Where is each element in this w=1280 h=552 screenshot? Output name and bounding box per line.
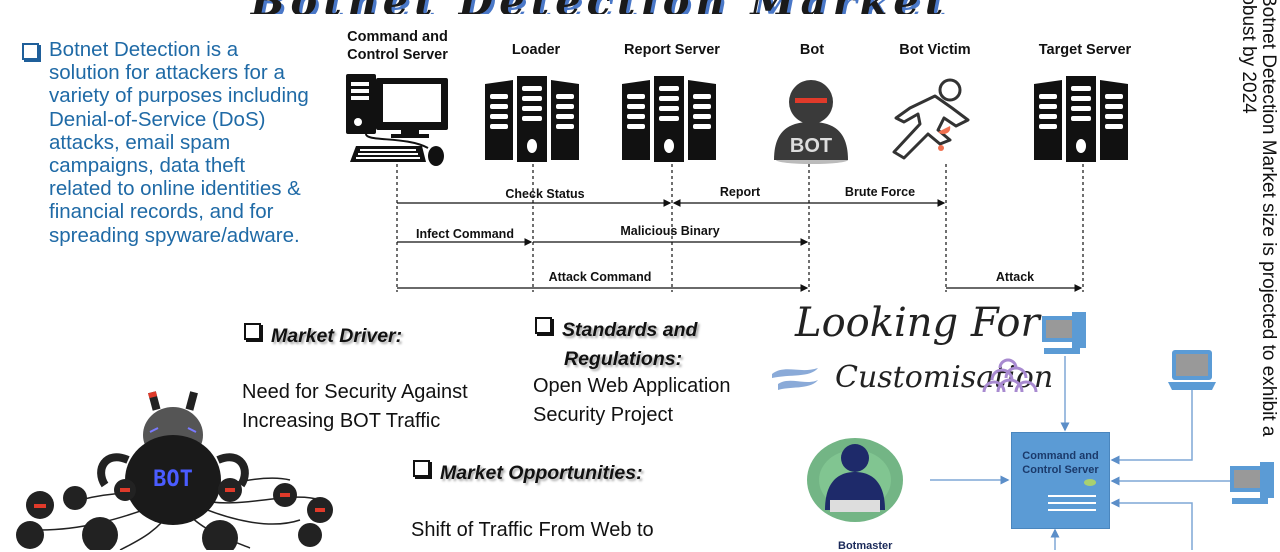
vertical-market-note: Botnet Detection Market size is projecte… <box>1158 0 1279 550</box>
checkbox-bullet-icon <box>413 460 430 477</box>
flow-label-infect-command: Infect Command <box>416 227 514 241</box>
note-line: Botnet Detection Market size is projecte… <box>1258 0 1279 437</box>
botmaster-label: Botmaster <box>838 540 893 552</box>
botmaster-avatar-icon <box>807 438 903 522</box>
flow-label-malicious-binary: Malicious Binary <box>620 224 720 238</box>
market-opportunities-heading: Market Opportunities: <box>413 460 643 485</box>
running-victim-icon <box>892 78 970 160</box>
checkbox-bullet-icon <box>244 323 261 340</box>
note-line: robust by 2024 <box>1238 0 1259 114</box>
server-rack-icon <box>485 76 579 162</box>
big-bot: BOT <box>97 391 249 525</box>
heading-text: Regulations: <box>564 348 683 370</box>
drive-slot <box>1048 495 1096 497</box>
heading-text: Standards and <box>562 319 698 341</box>
standards-heading: Standards and Regulations: <box>535 316 697 374</box>
flow-label-attack: Attack <box>995 270 1035 284</box>
server-rack-icon <box>622 76 716 162</box>
server-rack-icon <box>1034 76 1128 162</box>
desktop-computer-icon <box>346 74 448 166</box>
market-driver-heading: Market Driver: <box>244 323 402 348</box>
flow-label-attack-command: Attack Command <box>548 270 652 284</box>
cc-server-box: Command and Control Server <box>1011 432 1110 529</box>
status-led-icon <box>1084 479 1096 486</box>
checkbox-bullet-icon <box>535 317 552 334</box>
body-line: Open Web Application <box>533 375 731 397</box>
desktop-pc-icon <box>1042 312 1086 354</box>
drive-slot <box>1048 509 1096 511</box>
body-line: Security Project <box>533 404 674 426</box>
flow-label-check-status: Check Status <box>505 187 585 201</box>
heading-text: Market Opportunities: <box>440 462 643 484</box>
heading-text: Market Driver: <box>271 325 403 347</box>
cc-title-line: Command and <box>1022 450 1099 462</box>
cc-title-line: Control Server <box>1022 464 1099 476</box>
bot-badge: BOT <box>790 135 832 157</box>
drive-slot <box>1048 502 1096 504</box>
bot-user-icon: BOT <box>774 80 848 164</box>
svg-text:BOT: BOT <box>153 467 193 492</box>
bot-army-illustration: BOT <box>16 391 333 550</box>
flow-label-brute-force: Brute Force <box>844 185 916 199</box>
flow-label-report: Report <box>719 185 761 199</box>
market-opportunities-body: Shift of Traffic From Web to <box>411 519 654 541</box>
attack-flow-diagram: BOT <box>346 74 1128 292</box>
standards-body: Open Web Application Security Project <box>533 372 731 430</box>
